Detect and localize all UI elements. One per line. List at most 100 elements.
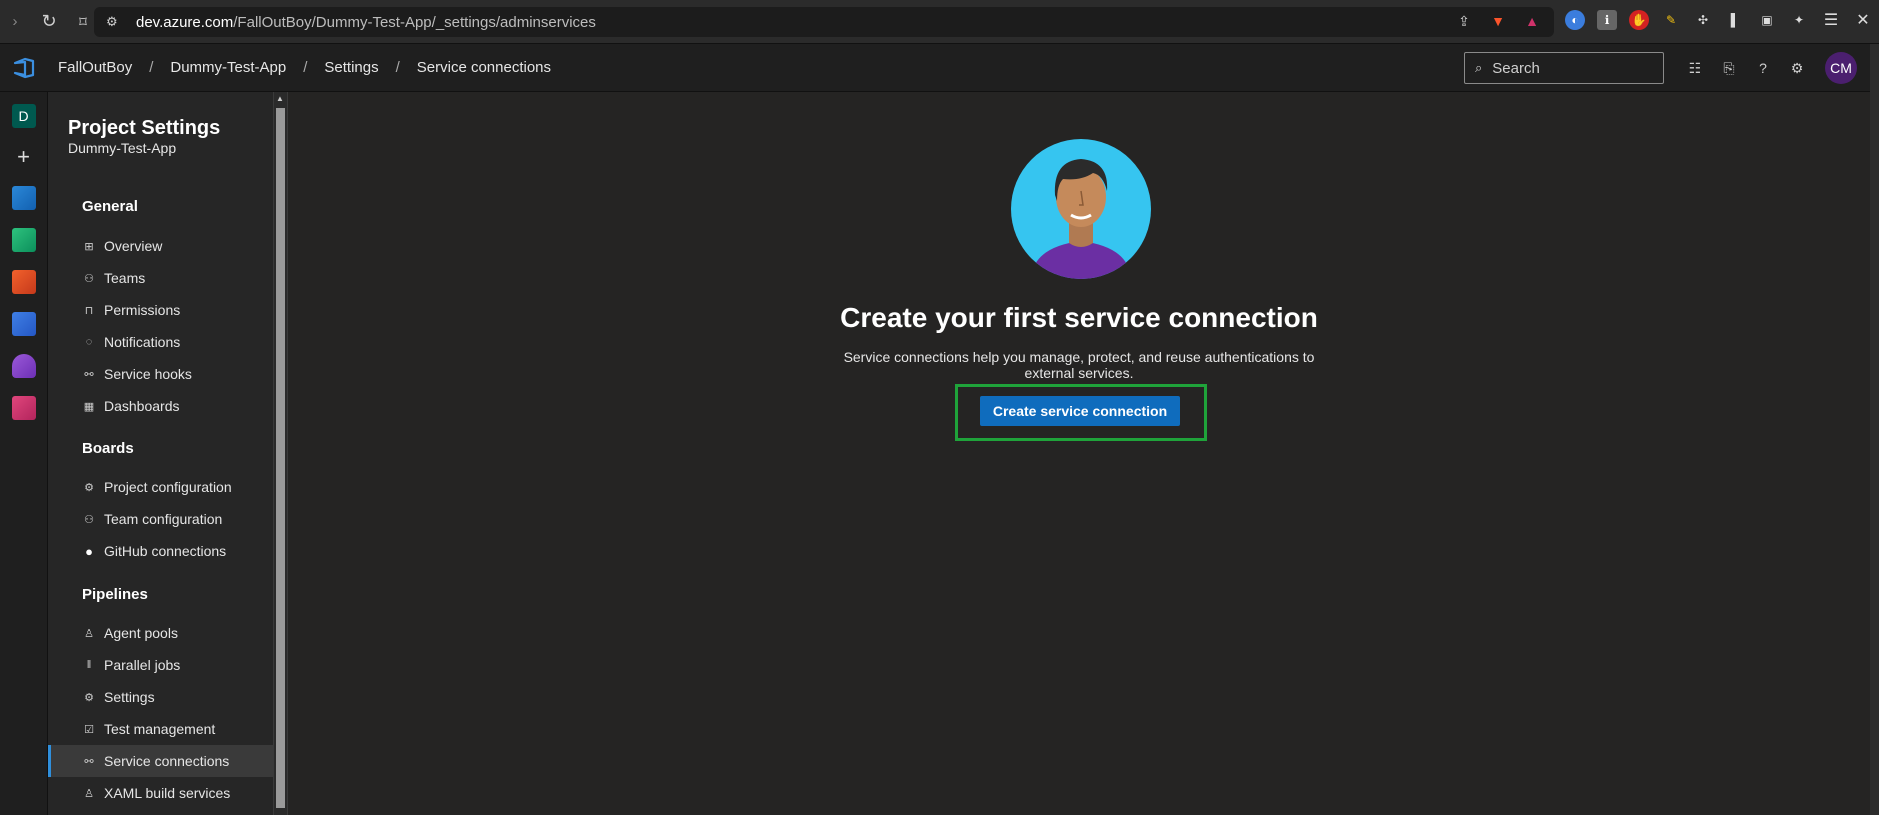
azure-devops-logo-icon[interactable]: [0, 44, 48, 92]
boards-service-icon[interactable]: [11, 228, 36, 252]
breadcrumb-service-connections[interactable]: Service connections: [417, 59, 551, 76]
extensions-puzzle-icon[interactable]: ✣: [1693, 10, 1713, 30]
sidebar-item-team-configuration[interactable]: ⚇ Team configuration: [82, 503, 273, 535]
sidebar-item-permissions[interactable]: ⊓ Permissions: [82, 294, 273, 326]
plug-icon: ⚯: [84, 368, 94, 381]
add-icon[interactable]: +: [17, 146, 30, 168]
search-placeholder: Search: [1492, 59, 1540, 77]
sidebar-item-github-connections[interactable]: ● GitHub connections: [82, 535, 273, 567]
sidebar-item-project-configuration[interactable]: ⚙ Project configuration: [82, 471, 273, 503]
sidebar-item-service-connections[interactable]: ⚯ Service connections: [48, 745, 273, 777]
sidebar-item-teams[interactable]: ⚇ Teams: [82, 262, 273, 294]
agent-icon: ♙: [84, 627, 94, 640]
site-info-icon[interactable]: ⚙: [106, 14, 122, 30]
sidebar-item-label: Service hooks: [104, 366, 192, 382]
sidebar-item-label: Notifications: [104, 334, 181, 350]
lock-icon: ⊓: [84, 304, 94, 317]
sidebar-item-label: Project configuration: [104, 479, 232, 495]
scrollbar-thumb[interactable]: [276, 108, 285, 808]
main-content: Create your first service connection Ser…: [288, 92, 1870, 815]
overview-service-icon[interactable]: [11, 186, 36, 210]
person-illustration: [1011, 139, 1151, 279]
sidebar-item-notifications[interactable]: ◌ Notifications: [82, 326, 273, 358]
project-icon[interactable]: D: [11, 104, 36, 128]
search-icon: ⌕: [1475, 60, 1483, 75]
leo-ai-icon[interactable]: ✦: [1789, 10, 1809, 30]
close-icon[interactable]: ✕: [1853, 10, 1873, 30]
sidebar-item-label: Settings: [104, 689, 155, 705]
sidebar-scrollbar[interactable]: ▲: [273, 92, 288, 815]
extension-icon-3[interactable]: ✋: [1629, 10, 1649, 30]
extension-icon-4[interactable]: ✎: [1661, 10, 1681, 30]
sidebar-item-overview[interactable]: ⊞ Overview: [82, 230, 273, 262]
scroll-up-icon[interactable]: ▲: [276, 94, 284, 103]
brave-shield-icon[interactable]: ▼: [1488, 11, 1508, 31]
notification-icon: ◌: [85, 336, 93, 348]
help-icon[interactable]: ?: [1753, 52, 1773, 84]
sidebar-item-test-management[interactable]: ☑ Test management: [82, 713, 273, 745]
repos-service-icon[interactable]: [11, 270, 36, 294]
plug-icon: ⚯: [84, 755, 94, 768]
sidebar-item-xaml-build-services[interactable]: ♙ XAML build services: [82, 777, 273, 809]
top-navigation: FallOutBoy / Dummy-Test-App / Settings /…: [0, 44, 1870, 92]
dashboard-icon: ▦: [83, 400, 95, 413]
breadcrumb: FallOutBoy / Dummy-Test-App / Settings /…: [58, 59, 551, 76]
browser-toolbar: › ↻ ⌑ ⚙ dev.azure.com/FallOutBoy/Dummy-T…: [0, 0, 1879, 44]
sidebar-item-label: Dashboards: [104, 398, 180, 414]
search-box[interactable]: ⌕ Search: [1464, 52, 1664, 84]
section-boards: Boards: [82, 440, 134, 457]
sidebar-item-service-hooks[interactable]: ⚯ Service hooks: [82, 358, 273, 390]
team-gear-icon: ⚇: [84, 513, 94, 526]
share-icon[interactable]: ⇪: [1454, 11, 1474, 31]
sidebar-item-dashboards[interactable]: ▦ Dashboards: [82, 390, 273, 422]
breadcrumb-org[interactable]: FallOutBoy: [58, 59, 132, 76]
pipelines-service-icon[interactable]: [11, 312, 36, 336]
teams-icon: ⚇: [84, 272, 94, 285]
breadcrumb-project[interactable]: Dummy-Test-App: [170, 59, 286, 76]
gear-icon: ⚙: [84, 691, 94, 704]
forward-icon[interactable]: ›: [2, 9, 28, 35]
create-service-connection-button[interactable]: Create service connection: [980, 396, 1180, 426]
avatar[interactable]: CM: [1825, 52, 1857, 84]
bookmark-icon[interactable]: ⌑: [70, 9, 96, 35]
sidebar-item-label: Team configuration: [104, 511, 223, 527]
sidebar-item-label: Overview: [104, 238, 163, 254]
marketplace-icon[interactable]: ⎘: [1719, 52, 1739, 84]
project-name: Dummy-Test-App: [68, 140, 177, 156]
breadcrumb-separator: /: [149, 59, 154, 76]
work-items-icon[interactable]: ☷: [1685, 52, 1705, 84]
test-icon: ☑: [84, 723, 94, 736]
github-icon: ●: [85, 543, 93, 559]
section-pipelines: Pipelines: [82, 586, 148, 603]
sidebar-item-label: Service connections: [104, 753, 230, 769]
reload-icon[interactable]: ↻: [36, 9, 62, 35]
artifacts-service-icon[interactable]: [11, 396, 36, 420]
brave-rewards-icon[interactable]: ▲: [1522, 11, 1542, 31]
overview-icon: ⊞: [84, 240, 94, 253]
user-settings-icon[interactable]: ⚙: [1787, 52, 1807, 84]
sidebar-item-label: Test management: [104, 721, 216, 737]
empty-state-title: Create your first service connection: [840, 302, 1318, 333]
service-rail: D +: [0, 92, 48, 815]
project-settings-sidebar: Project Settings Dummy-Test-App General …: [48, 92, 273, 815]
wallet-icon[interactable]: ▣: [1757, 10, 1777, 30]
sidebar-item-agent-pools[interactable]: ♙ Agent pools: [82, 617, 273, 649]
url-path: /FallOutBoy/Dummy-Test-App/_settings/adm…: [233, 13, 596, 31]
url-host: dev.azure.com: [136, 13, 234, 31]
menu-icon[interactable]: ☰: [1821, 10, 1841, 30]
sidebar-item-label: Teams: [104, 270, 146, 286]
sidebar-item-settings[interactable]: ⚙ Settings: [82, 681, 273, 713]
agent-icon: ♙: [84, 787, 94, 800]
sidebar-item-label: Parallel jobs: [104, 657, 181, 673]
page-title: Project Settings: [68, 117, 221, 139]
sidebar-toggle-icon[interactable]: ▌: [1725, 10, 1745, 30]
test-plans-service-icon[interactable]: [11, 354, 36, 378]
sidebar-item-parallel-jobs[interactable]: ‖ Parallel jobs: [82, 649, 273, 681]
extension-icon-2[interactable]: ℹ: [1597, 10, 1617, 30]
breadcrumb-settings[interactable]: Settings: [324, 59, 378, 76]
section-general: General: [82, 198, 138, 215]
breadcrumb-separator: /: [395, 59, 400, 76]
right-edge-panel: [1870, 44, 1879, 815]
extension-icon-1[interactable]: ◐: [1565, 10, 1585, 30]
address-bar[interactable]: ⚙ dev.azure.com/FallOutBoy/Dummy-Test-Ap…: [94, 7, 1554, 37]
